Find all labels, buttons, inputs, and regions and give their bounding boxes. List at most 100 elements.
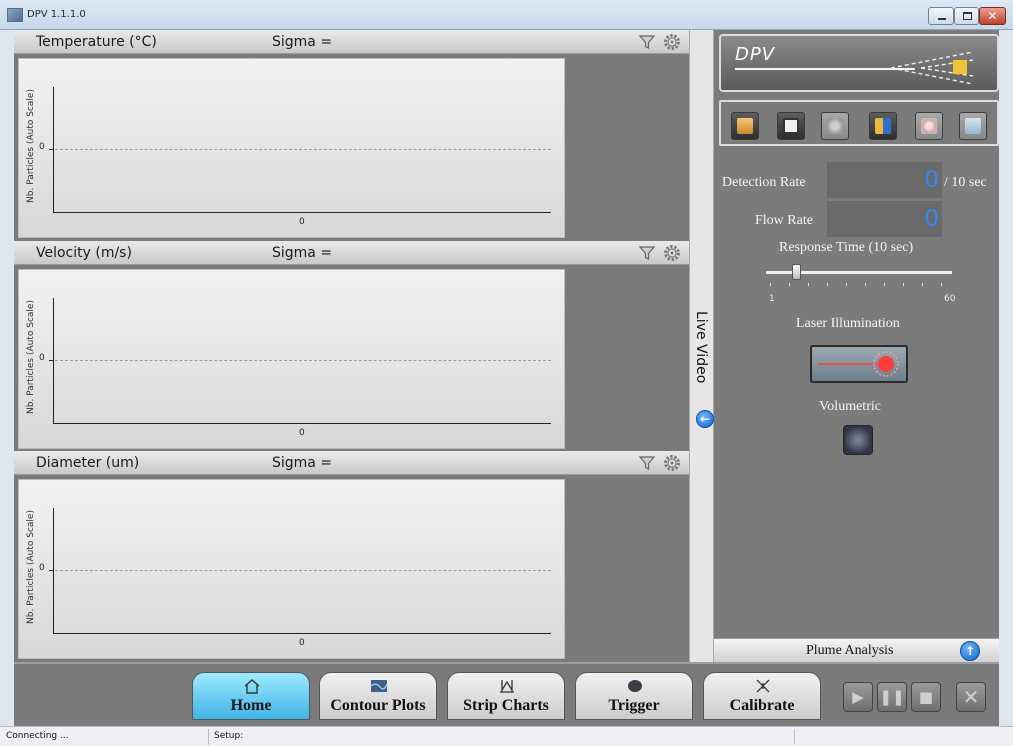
y-axis-label: Nb. Particles (Auto Scale) <box>26 510 36 624</box>
connection-status: Connecting ... <box>6 731 69 741</box>
detection-rate-readout: 0 <box>827 162 942 198</box>
toolbar <box>719 100 999 146</box>
y-axis-label: Nb. Particles (Auto Scale) <box>26 300 36 414</box>
chart-title: Temperature (°C) <box>36 34 157 50</box>
dpv-logo: DPV <box>719 34 999 92</box>
open-folder-icon <box>737 118 753 134</box>
gear-icon[interactable] <box>662 32 682 52</box>
save-button[interactable] <box>777 112 805 140</box>
strip-charts-icon <box>500 680 514 693</box>
chart-header: Diameter (um) Sigma = <box>14 451 689 475</box>
nav-home[interactable]: Home <box>192 672 310 720</box>
filter-icon[interactable] <box>638 454 656 472</box>
plume-analysis-bar[interactable]: Plume Analysis ↑ <box>714 638 999 662</box>
y-axis <box>53 87 54 213</box>
filter-icon[interactable] <box>638 33 656 51</box>
response-time-label: Response Time (10 sec) <box>779 240 914 255</box>
close-button[interactable]: ✕ <box>979 7 1006 25</box>
minimize-icon <box>938 18 946 20</box>
plume-analysis-label: Plume Analysis <box>806 643 894 658</box>
setup-status: Setup: <box>214 731 244 741</box>
filter-icon[interactable] <box>638 244 656 262</box>
velocity-panel: Velocity (m/s) Sigma = Nb. Particles (Au… <box>14 241 689 451</box>
grid-line <box>55 360 551 361</box>
flow-rate-readout: 0 <box>827 201 942 237</box>
nav-trigger[interactable]: Trigger <box>575 672 693 720</box>
measure-button[interactable] <box>869 112 897 140</box>
sigma-label: Sigma = <box>272 34 333 50</box>
slider-min-label: 1 <box>769 294 775 304</box>
contour-icon <box>370 680 388 692</box>
expand-arrow-icon[interactable]: ↑ <box>960 641 980 661</box>
maximize-button[interactable] <box>954 7 979 25</box>
play-button[interactable]: ▶ <box>843 682 873 712</box>
nav-label: Trigger <box>608 697 660 714</box>
y-tick <box>49 360 53 361</box>
diameter-panel: Diameter (um) Sigma = Nb. Particles (Aut… <box>14 451 689 661</box>
bottom-nav: Home Contour Plots Strip Charts Trigger … <box>14 662 999 726</box>
chart-title: Velocity (m/s) <box>36 245 132 261</box>
detection-rate-value: 0 <box>925 166 939 193</box>
particles-button[interactable] <box>821 112 849 140</box>
beam-icon <box>890 51 974 84</box>
histogram-plot: Nb. Particles (Auto Scale) 0 0 <box>18 269 565 449</box>
x-tick-label: 0 <box>299 638 305 648</box>
histogram-area: Temperature (°C) Sigma = Nb. Particles (… <box>14 30 689 662</box>
laser-illumination-label: Laser Illumination <box>796 316 900 331</box>
chart-header: Velocity (m/s) Sigma = <box>14 241 689 265</box>
flow-rate-value: 0 <box>925 205 939 232</box>
calibrate-icon <box>756 679 770 693</box>
trigger-icon <box>628 680 642 692</box>
histogram-plot: Nb. Particles (Auto Scale) 0 0 <box>18 58 565 238</box>
minimize-button[interactable] <box>928 7 954 25</box>
title-bar: DPV 1.1.1.0 ✕ <box>0 0 1013 30</box>
y-tick <box>49 149 53 150</box>
open-folder-button[interactable] <box>731 112 759 140</box>
cone-icon <box>965 118 981 134</box>
nav-calibrate[interactable]: Calibrate <box>703 672 821 720</box>
x-axis <box>53 423 551 424</box>
exit-button[interactable]: ✕ <box>956 682 986 712</box>
x-axis <box>53 212 551 213</box>
control-panel: DPV Detection Rate 0 / 10 sec Flow Rate … <box>714 30 999 662</box>
pause-button[interactable]: ❚❚ <box>877 682 907 712</box>
y-axis-label: Nb. Particles (Auto Scale) <box>26 89 36 203</box>
y-tick-label: 0 <box>39 142 45 152</box>
y-axis <box>53 298 54 424</box>
nav-strip-charts[interactable]: Strip Charts <box>447 672 565 720</box>
volumetric-label: Volumetric <box>819 399 881 414</box>
nav-label: Strip Charts <box>463 697 549 714</box>
app-icon <box>7 8 23 22</box>
slider-ticks <box>770 283 948 286</box>
particles-icon <box>827 118 843 134</box>
gear-icon[interactable] <box>662 243 682 263</box>
status-separator <box>794 729 795 745</box>
laser-illumination-button[interactable] <box>810 345 908 383</box>
live-video-label: Live Video <box>693 311 709 384</box>
y-tick-label: 0 <box>39 563 45 573</box>
live-video-tab[interactable]: Live Video <box>689 30 714 662</box>
x-axis <box>53 633 551 634</box>
gear-icon[interactable] <box>662 453 682 473</box>
target-button[interactable] <box>915 112 943 140</box>
save-icon <box>783 118 799 134</box>
chart-title: Diameter (um) <box>36 455 140 471</box>
collapse-arrow-icon[interactable]: ← <box>696 410 714 428</box>
y-tick-label: 0 <box>39 353 45 363</box>
volumetric-button[interactable] <box>843 425 873 455</box>
y-axis <box>53 508 54 634</box>
nav-contour-plots[interactable]: Contour Plots <box>319 672 437 720</box>
flow-rate-label: Flow Rate <box>755 213 813 228</box>
slider-thumb[interactable] <box>792 264 801 280</box>
status-separator <box>208 729 209 745</box>
status-bar: Connecting ... Setup: <box>0 726 1013 746</box>
stop-button[interactable]: ■ <box>911 682 941 712</box>
chart-header: Temperature (°C) Sigma = <box>14 30 689 54</box>
temperature-panel: Temperature (°C) Sigma = Nb. Particles (… <box>14 30 689 240</box>
right-edge <box>999 30 1013 662</box>
cone-button[interactable] <box>959 112 987 140</box>
laser-icon <box>818 351 899 377</box>
grid-line <box>55 149 551 150</box>
play-icon: ▶ <box>852 688 864 706</box>
nav-label: Contour Plots <box>330 697 426 714</box>
